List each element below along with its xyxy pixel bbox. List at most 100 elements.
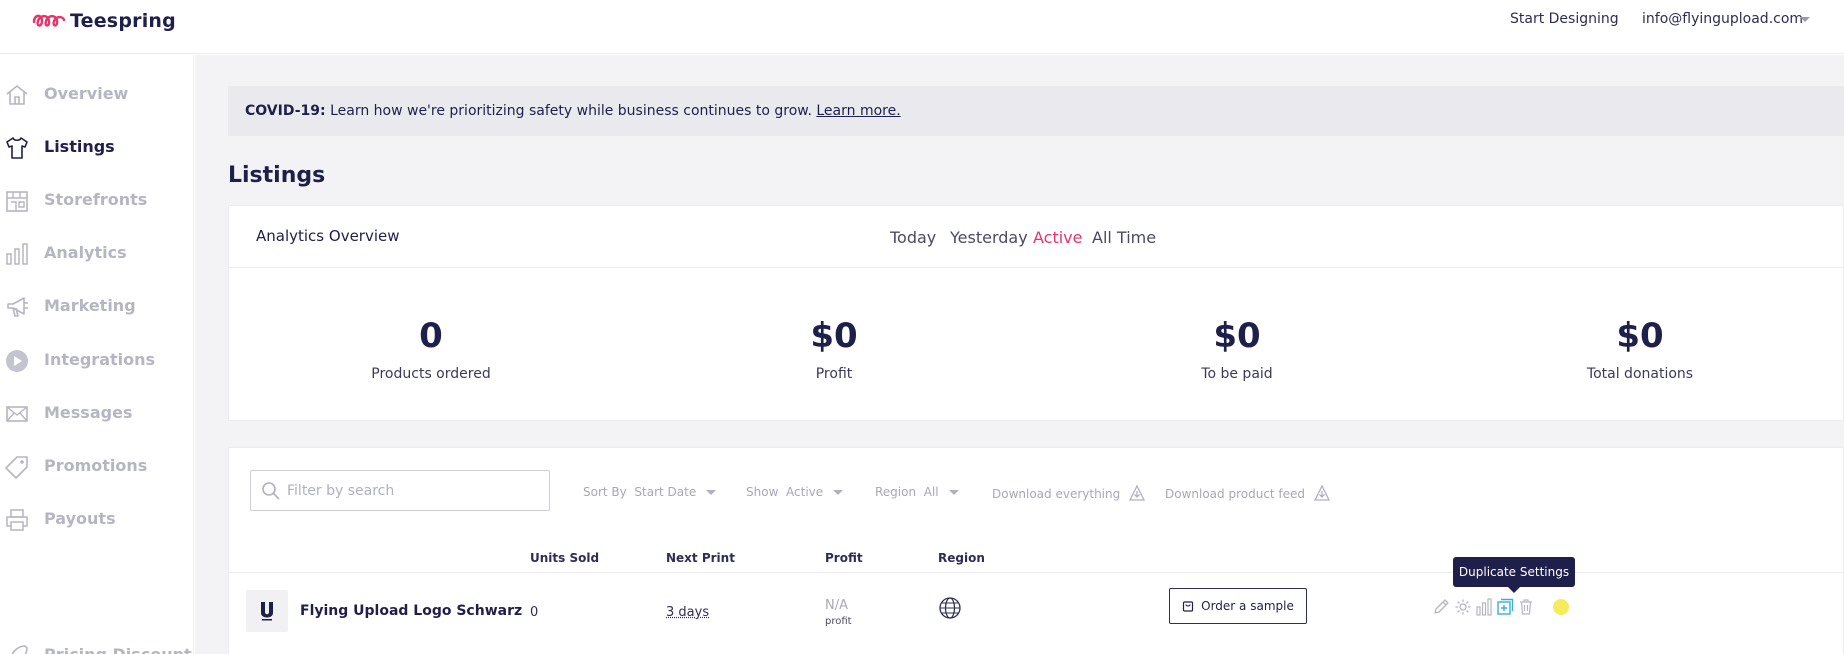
profit-sublabel: profit [825,616,852,627]
chevron-down-icon[interactable] [1800,17,1810,22]
analytics-title: Analytics Overview [256,227,400,245]
sidebar: Overview Listings Storefronts Analytics … [0,55,194,654]
download-icon [1129,485,1146,501]
sidebar-item-label: Overview [44,84,129,103]
download-everything-link[interactable]: Download everything [992,485,1146,503]
divider [229,572,1843,573]
bag-icon [1183,601,1194,612]
show-label: Show [746,485,779,499]
stat-value: 0 [419,316,443,356]
learn-more-link[interactable]: Learn more. [816,103,900,119]
sort-value: Start Date [634,485,697,499]
sidebar-item-integrations[interactable]: Integrations [0,340,194,380]
covid-banner: COVID-19: Learn how we're prioritizing s… [228,86,1844,136]
teespring-logo-icon [32,14,66,27]
account-menu[interactable]: info@flyingupload.com [1642,11,1803,27]
sidebar-item-messages[interactable]: Messages [0,393,194,433]
region-label: Region [875,485,917,499]
settings-icon[interactable] [1454,598,1472,616]
sidebar-item-label: Marketing [44,296,136,315]
sidebar-item-listings[interactable]: Listings [0,127,194,167]
tshirt-icon [6,137,28,159]
edit-icon[interactable] [1432,598,1450,616]
analytics-overview-card: Analytics Overview Today Yesterday Activ… [228,205,1844,421]
stat-label: Products ordered [371,366,491,382]
stat-value: $0 [1616,316,1664,356]
sidebar-item-marketing[interactable]: Marketing [0,286,194,326]
search-box [250,470,550,511]
duplicate-settings-tooltip: Duplicate Settings [1453,557,1575,593]
stat-total-donations: $0 Total donations [1490,316,1790,382]
next-print-value[interactable]: 3 days [666,605,709,620]
tab-all-time[interactable]: All Time [1092,228,1156,247]
banner-prefix: COVID-19: [245,103,326,119]
tab-active[interactable]: Active [1033,228,1083,247]
stat-label: Profit [815,366,853,382]
sidebar-item-label: Integrations [44,350,156,369]
units-sold-value: 0 [530,605,539,620]
sidebar-item-label: Promotions [44,456,148,475]
column-header-profit[interactable]: Profit [825,551,863,565]
printer-icon [6,509,28,531]
sidebar-item-storefronts[interactable]: Storefronts [0,180,194,220]
chevron-down-icon [948,489,959,495]
region-dropdown[interactable]: Region All [875,485,959,499]
storefront-icon [6,191,28,212]
main-content: COVID-19: Learn how we're prioritizing s… [195,55,1844,654]
sort-dropdown[interactable]: Sort By Start Date [583,485,717,499]
top-header: Teespring Start Designing info@flyingupl… [0,0,1844,54]
start-designing-link[interactable]: Start Designing [1510,11,1619,27]
delete-icon[interactable] [1517,598,1535,616]
stat-products-ordered: 0 Products ordered [281,316,581,382]
sidebar-item-label: Analytics [44,243,127,262]
download-product-feed-link[interactable]: Download product feed [1165,485,1331,503]
sidebar-item-payouts[interactable]: Payouts [0,499,194,539]
column-header-region[interactable]: Region [938,551,985,565]
show-dropdown[interactable]: Show Active [746,485,844,499]
teespring-logo[interactable]: Teespring [32,10,176,32]
play-icon [6,350,28,372]
sidebar-item-label: Pricing Discount [44,645,192,654]
globe-icon[interactable] [938,596,962,620]
stat-profit: $0 Profit [684,316,984,382]
search-input[interactable] [287,480,537,502]
stat-value: $0 [1213,316,1261,356]
logo-text: Teespring [70,10,176,32]
sidebar-item-pricing-discount[interactable]: Pricing Discount [0,635,194,654]
sidebar-item-label: Payouts [44,509,116,528]
sidebar-item-label: Listings [44,137,115,156]
sort-label: Sort By [583,485,627,499]
profit-value: N/A [825,598,848,613]
analytics-header: Analytics Overview Today Yesterday Activ… [229,206,1843,268]
column-header-next-print[interactable]: Next Print [666,551,735,565]
search-icon [262,482,280,500]
stat-to-be-paid: $0 To be paid [1087,316,1387,382]
product-logo-icon [261,602,273,621]
sidebar-item-promotions[interactable]: Promotions [0,446,194,486]
analytics-icon[interactable] [1475,598,1493,616]
order-sample-label: Order a sample [1201,599,1294,613]
cursor-highlight [1553,599,1569,615]
page-title: Listings [228,163,326,188]
rocket-icon [11,645,28,654]
sidebar-item-label: Messages [44,403,133,422]
region-value: All [923,485,939,499]
chevron-down-icon [833,489,844,495]
tab-yesterday[interactable]: Yesterday [950,228,1028,247]
duplicate-icon[interactable] [1496,598,1514,616]
show-value: Active [786,485,824,499]
sidebar-item-overview[interactable]: Overview [0,74,194,114]
order-sample-button[interactable]: Order a sample [1169,588,1307,624]
sidebar-item-analytics[interactable]: Analytics [0,233,194,273]
tab-today[interactable]: Today [890,228,936,247]
banner-text: Learn how we're prioritizing safety whil… [325,103,817,119]
column-header-units-sold[interactable]: Units Sold [530,551,599,565]
envelope-icon [6,406,28,422]
download-icon [1313,485,1331,501]
tag-icon [5,456,28,479]
product-name-link[interactable]: Flying Upload Logo Schwarz [300,603,522,619]
stat-label: Total donations [1586,366,1694,382]
product-thumbnail[interactable] [246,590,288,632]
stat-value: $0 [810,316,858,356]
sidebar-item-label: Storefronts [44,190,148,209]
